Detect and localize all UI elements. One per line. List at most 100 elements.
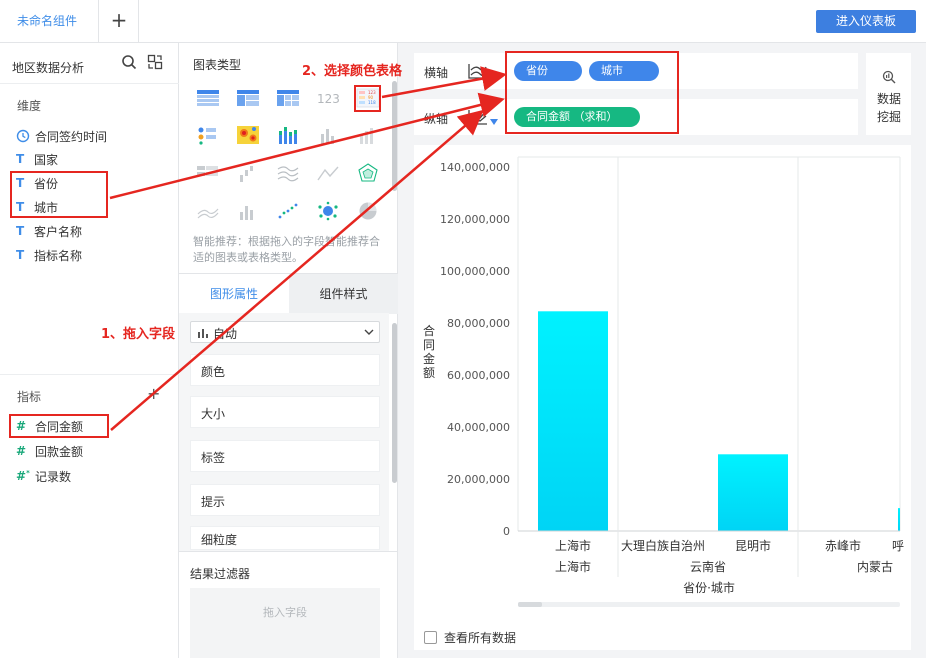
detail-table-icon[interactable] bbox=[196, 88, 220, 108]
add-metric-button[interactable]: + bbox=[147, 384, 160, 403]
checkbox[interactable] bbox=[424, 631, 437, 644]
show-all-data-toggle[interactable]: 查看所有数据 bbox=[424, 629, 516, 646]
x-axis-title: 省份·城市 bbox=[683, 580, 735, 595]
heatmap-icon[interactable] bbox=[236, 125, 260, 145]
dropdown-triangle-icon[interactable] bbox=[490, 73, 498, 79]
result-filter-title: 结果过滤器 bbox=[190, 567, 251, 581]
horizontal-table-icon[interactable] bbox=[196, 163, 220, 183]
property-label-field[interactable]: 标签 bbox=[190, 440, 380, 472]
field-payment-amount[interactable]: # 回款金额 bbox=[16, 442, 83, 460]
property-label: 大小 bbox=[201, 407, 226, 421]
bar-chart[interactable]: 0 20,000,000 40,000,000 60,000,000 80,000,00… bbox=[414, 145, 911, 620]
show-all-data-label: 查看所有数据 bbox=[444, 631, 517, 645]
dataset-title: 地区数据分析 bbox=[12, 61, 85, 75]
add-tab-button[interactable]: + bbox=[100, 0, 139, 43]
data-mining-label-2: 挖掘 bbox=[877, 110, 902, 124]
annotation-step1: 1、拖入字段 bbox=[101, 327, 176, 342]
dot-matrix-icon[interactable] bbox=[196, 125, 220, 145]
tab-unnamed-component[interactable]: 未命名组件 bbox=[0, 0, 99, 43]
bar bbox=[718, 454, 788, 531]
property-label: 提示 bbox=[201, 495, 226, 509]
stacked-bar-icon[interactable] bbox=[276, 125, 300, 145]
kpi-number-icon[interactable]: 123 bbox=[316, 88, 340, 108]
text-type-icon: T bbox=[16, 152, 25, 166]
field-country[interactable]: T 国家 bbox=[16, 150, 58, 168]
data-field-panel: 地区数据分析 维度 合同签约时间 T 国家 T 省份 T 城市 T 客户名称 T… bbox=[0, 43, 179, 658]
field-contract-date[interactable]: 合同签约时间 bbox=[16, 127, 107, 145]
x-tick-label-province: 云南省 bbox=[690, 559, 726, 574]
annotation-step2: 2、选择颜色表格 bbox=[302, 64, 403, 79]
line-chart-icon[interactable] bbox=[316, 163, 340, 183]
group-table-icon[interactable] bbox=[236, 88, 260, 108]
bar-chart-icon[interactable] bbox=[316, 125, 340, 145]
y-tick-label: 80,000,000 bbox=[447, 317, 510, 330]
bubble-chart-icon[interactable] bbox=[316, 201, 340, 221]
property-tabs: 图形属性 组件样式 bbox=[179, 273, 398, 314]
area-chart-icon[interactable] bbox=[196, 201, 220, 221]
radar-chart-icon[interactable] bbox=[356, 163, 380, 183]
dropdown-triangle-icon[interactable] bbox=[490, 119, 498, 125]
y-tick-label: 40,000,000 bbox=[447, 421, 510, 434]
x-tick-label-city: 大理白族自治州 bbox=[621, 538, 705, 553]
enter-dashboard-button[interactable]: 进入仪表板 bbox=[816, 10, 916, 33]
y-axis-title-char: 金 bbox=[423, 351, 435, 366]
axis-line-icon[interactable] bbox=[467, 62, 489, 80]
field-metric-name[interactable]: T 指标名称 bbox=[16, 246, 82, 264]
y-axis-label: 纵轴 bbox=[424, 112, 449, 126]
chevron-down-icon bbox=[364, 329, 374, 335]
scatter-chart-icon[interactable] bbox=[276, 201, 300, 221]
field-label: 国家 bbox=[34, 152, 59, 167]
y-axis-title-char: 合 bbox=[423, 323, 435, 338]
property-tooltip[interactable]: 提示 bbox=[190, 484, 380, 516]
tab-component-style[interactable]: 组件样式 bbox=[289, 274, 398, 314]
annotation-box-dimensions bbox=[10, 171, 108, 218]
y-axis-title-char: 同 bbox=[423, 338, 435, 352]
result-filter-dropzone[interactable]: 拖入字段 bbox=[190, 588, 380, 658]
field-label: 回款金额 bbox=[35, 444, 84, 459]
y-tick-label: 140,000,000 bbox=[440, 161, 510, 174]
multi-line-icon[interactable] bbox=[276, 163, 300, 183]
tab-shape-properties[interactable]: 图形属性 bbox=[179, 274, 289, 314]
data-mining-button[interactable]: 数据 挖掘 bbox=[866, 53, 911, 135]
chart-type-scrollbar[interactable] bbox=[392, 81, 397, 191]
clock-icon bbox=[16, 129, 30, 143]
property-scrollbar[interactable] bbox=[392, 323, 397, 483]
chart-scroll-thumb bbox=[518, 602, 542, 607]
annotation-box-color-table bbox=[354, 85, 381, 112]
pie-chart-icon[interactable] bbox=[356, 201, 380, 221]
stacked-column-icon[interactable] bbox=[236, 201, 260, 221]
field-record-count[interactable]: #* 记录数 bbox=[16, 467, 71, 485]
y-tick-label: 100,000,000 bbox=[440, 265, 510, 278]
axis-area-icon[interactable] bbox=[467, 108, 489, 126]
property-granularity[interactable]: 细粒度 bbox=[190, 526, 380, 550]
search-icon[interactable] bbox=[121, 54, 137, 70]
bar-chart-icon bbox=[198, 329, 208, 338]
text-type-icon: T bbox=[16, 248, 25, 262]
chart-mode-value: 自动 bbox=[213, 327, 238, 341]
number-type-icon: # bbox=[16, 444, 27, 458]
switch-dataset-icon[interactable] bbox=[147, 54, 163, 70]
x-tick-label-city: 赤峰市 bbox=[825, 538, 861, 553]
field-customer-name[interactable]: T 客户名称 bbox=[16, 222, 82, 240]
field-label: 合同签约时间 bbox=[35, 129, 108, 144]
cross-table-icon[interactable] bbox=[276, 88, 300, 108]
chart-scroll-track bbox=[518, 602, 900, 607]
count-type-icon: #* bbox=[16, 469, 30, 483]
grouped-bar-icon[interactable] bbox=[356, 125, 380, 145]
property-size[interactable]: 大小 bbox=[190, 396, 380, 428]
x-tick-label-province: 上海市 bbox=[555, 559, 591, 574]
filter-placeholder: 拖入字段 bbox=[263, 606, 307, 619]
chart-mode-select[interactable]: 自动 bbox=[190, 321, 380, 343]
bar bbox=[538, 311, 608, 531]
y-axis-title-char: 额 bbox=[423, 366, 435, 380]
property-label: 标签 bbox=[201, 451, 226, 465]
waterfall-icon[interactable] bbox=[236, 163, 260, 183]
field-label: 记录数 bbox=[35, 469, 72, 484]
bar bbox=[898, 508, 900, 531]
x-tick-label-province: 内蒙古 bbox=[857, 559, 893, 574]
chart-type-title: 图表类型 bbox=[193, 58, 242, 72]
property-color[interactable]: 颜色 bbox=[190, 354, 380, 386]
property-label: 细粒度 bbox=[201, 533, 238, 547]
y-tick-label: 120,000,000 bbox=[440, 213, 510, 226]
x-axis-label: 横轴 bbox=[424, 66, 449, 80]
